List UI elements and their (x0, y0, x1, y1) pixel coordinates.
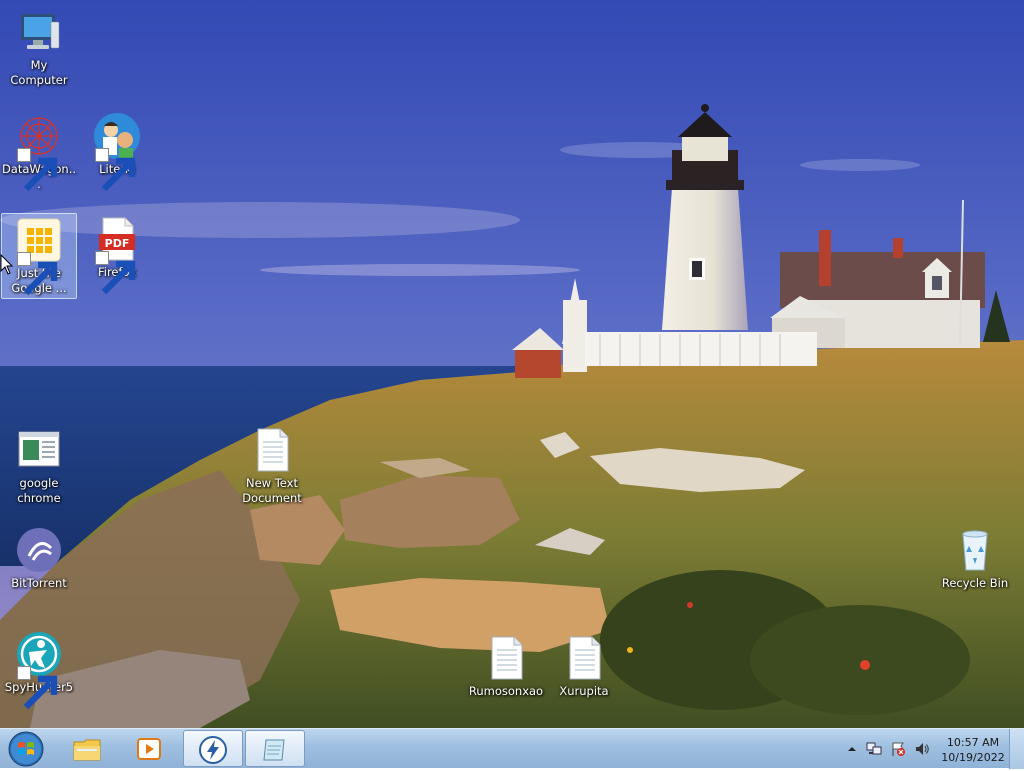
application-window-icon (15, 426, 63, 474)
taskbar-notepad-button[interactable] (245, 730, 305, 767)
recycle-bin-icon (951, 526, 999, 574)
system-clock[interactable]: 10:57 AM 10/19/2022 (940, 735, 1006, 765)
desktop-icon-label: google chrome (17, 476, 61, 505)
taskbar-explorer-button[interactable] (58, 730, 118, 767)
taskbar: 10:57 AM 10/19/2022 (0, 728, 1024, 769)
volume-icon[interactable] (914, 741, 930, 757)
desktop-icon-literki[interactable]: Literki (79, 110, 155, 196)
lightning-icon (199, 736, 227, 764)
desktop-icon-bittorrent[interactable]: BitTorrent (1, 524, 77, 610)
desktop-icon-label: BitTorrent (11, 576, 67, 590)
desktop-icon-new-text-document[interactable]: New Text Document (234, 424, 310, 510)
desktop-icon-google-chrome[interactable]: google chrome (1, 424, 77, 510)
svg-text:PDF: PDF (105, 237, 130, 250)
show-hidden-icons-button[interactable] (844, 741, 860, 757)
windows-logo-icon (8, 731, 44, 767)
folder-icon (73, 739, 101, 761)
text-file-icon (482, 634, 530, 682)
taskbar-media-player-button[interactable] (120, 730, 180, 767)
start-button[interactable] (4, 731, 48, 767)
desktop-icon-label: Xurupita (559, 684, 609, 698)
media-player-icon (137, 738, 161, 760)
shortcut-arrow-icon (17, 148, 58, 192)
desktop-icon-my-computer[interactable]: My Computer (1, 6, 77, 92)
desktop-icon-recycle-bin[interactable]: Recycle Bin (937, 524, 1013, 610)
desktop-icon-label: My Computer (10, 58, 68, 87)
taskbar-app-button[interactable] (183, 730, 243, 767)
desktop-icon-firefox[interactable]: PDF Firefox (79, 213, 155, 299)
show-desktop-button[interactable] (1009, 729, 1024, 769)
bittorrent-icon (15, 526, 63, 574)
text-file-icon (248, 426, 296, 474)
shortcut-arrow-icon (17, 252, 58, 296)
desktop-icon-xurupita[interactable]: Xurupita (546, 632, 622, 718)
computer-icon (15, 8, 63, 56)
clock-time: 10:57 AM (946, 736, 1000, 749)
spyhunter-icon (15, 630, 63, 710)
desktop-icon-rumosonxao[interactable]: Rumosonxao (468, 632, 544, 718)
notepad-icon (263, 739, 285, 761)
pdf-file-icon: PDF (93, 215, 141, 295)
desktop-icon-label: New Text Document (242, 476, 302, 505)
shortcut-arrow-icon (95, 148, 136, 192)
desktop-icon-spyhunter5[interactable]: SpyHunter5 (1, 628, 77, 714)
shortcut-arrow-icon (17, 666, 58, 710)
flag-icon[interactable] (890, 741, 906, 757)
literki-icon (93, 112, 141, 192)
datawagon-icon (15, 112, 63, 192)
desktop-icon-label: Rumosonxao (468, 684, 544, 698)
desktop-icon-datawagon[interactable]: DataWagon... (1, 110, 77, 196)
network-icon[interactable] (866, 741, 882, 757)
desktop-icon-label: Recycle Bin (941, 576, 1009, 590)
text-file-icon (560, 634, 608, 682)
clock-date: 10/19/2022 (941, 751, 1005, 764)
shortcut-arrow-icon (95, 251, 136, 295)
mouse-pointer-icon (0, 253, 14, 276)
google-apps-icon (15, 216, 63, 296)
